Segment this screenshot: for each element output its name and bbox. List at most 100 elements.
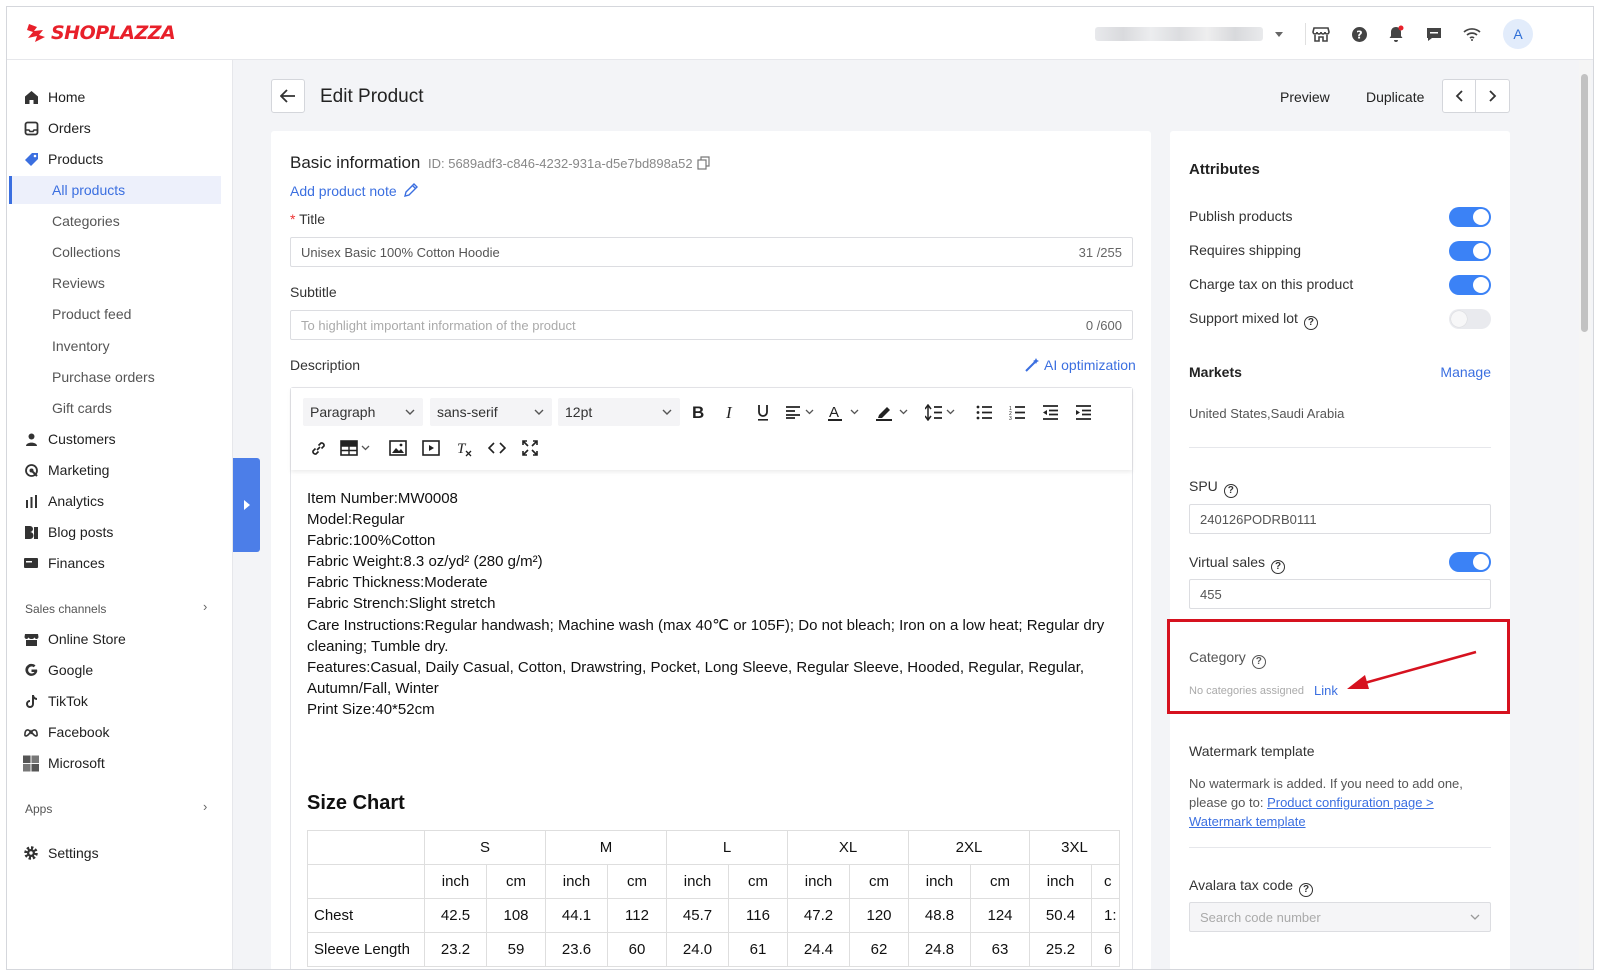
pencil-icon[interactable] bbox=[403, 183, 418, 201]
sidebar-subitem-categories[interactable]: Categories bbox=[7, 207, 233, 235]
fullscreen-icon[interactable] bbox=[519, 437, 541, 459]
publish-products-toggle[interactable] bbox=[1449, 207, 1491, 227]
numbered-list-icon[interactable]: 123 bbox=[1006, 401, 1028, 423]
underline-icon[interactable] bbox=[752, 401, 774, 423]
previous-product-button[interactable] bbox=[1443, 80, 1477, 112]
attribute-label: Requires shipping bbox=[1189, 242, 1302, 258]
sidebar-item-orders[interactable]: Orders bbox=[7, 114, 233, 142]
link-icon[interactable] bbox=[307, 437, 329, 459]
sidebar-item-analytics[interactable]: Analytics bbox=[7, 487, 233, 515]
svg-text:3: 3 bbox=[1009, 416, 1012, 420]
virtual-sales-input[interactable]: 455 bbox=[1189, 579, 1491, 609]
image-icon[interactable] bbox=[387, 437, 409, 459]
avatar[interactable]: A bbox=[1503, 19, 1533, 49]
table-row: inch cm inch cm inch cm inch cm inch cm … bbox=[307, 864, 1120, 899]
italic-icon[interactable]: I bbox=[719, 401, 741, 423]
table-icon[interactable] bbox=[340, 437, 376, 459]
wifi-icon[interactable] bbox=[1461, 23, 1483, 45]
magic-wand-icon[interactable] bbox=[1025, 357, 1040, 375]
sidebar-item-settings[interactable]: Settings bbox=[7, 839, 233, 867]
sidebar-item-home[interactable]: Home bbox=[7, 83, 233, 111]
sidebar-subitem-gift-cards[interactable]: Gift cards bbox=[7, 394, 233, 422]
sidebar-item-blog-posts[interactable]: Blog posts bbox=[7, 518, 233, 546]
chevron-right-icon[interactable]: › bbox=[203, 599, 207, 614]
help-icon[interactable]: ? bbox=[1348, 23, 1370, 45]
sidebar-subitem-purchase-orders[interactable]: Purchase orders bbox=[7, 363, 233, 391]
toggle-knob bbox=[1473, 243, 1489, 259]
chevron-right-icon[interactable]: › bbox=[203, 799, 207, 814]
table-cell: inch bbox=[424, 864, 487, 899]
description-content[interactable]: Item Number:MW0008 Model:Regular Fabric:… bbox=[307, 488, 1119, 720]
avalara-select[interactable]: Search code number bbox=[1189, 902, 1491, 932]
message-icon[interactable] bbox=[1423, 23, 1445, 45]
sidebar-subitem-reviews[interactable]: Reviews bbox=[7, 269, 233, 297]
help-icon[interactable]: ? bbox=[1303, 315, 1318, 330]
sidebar-item-microsoft[interactable]: Microsoft bbox=[7, 749, 233, 777]
next-product-button[interactable] bbox=[1476, 80, 1509, 112]
sidebar-item-facebook[interactable]: Facebook bbox=[7, 718, 233, 746]
highlight-color-icon[interactable] bbox=[876, 401, 912, 423]
sidebar-item-google[interactable]: Google bbox=[7, 656, 233, 684]
sidebar-item-products[interactable]: Products bbox=[7, 145, 233, 173]
font-size-select[interactable]: 12pt bbox=[558, 398, 680, 426]
bold-icon[interactable]: B bbox=[687, 401, 709, 423]
sidebar-subitem-all-products[interactable]: All products bbox=[7, 176, 233, 204]
requires-shipping-toggle[interactable] bbox=[1449, 241, 1491, 261]
table-row-label: Chest bbox=[307, 898, 425, 933]
subtitle-input[interactable]: To highlight important information of th… bbox=[290, 310, 1133, 340]
back-button[interactable] bbox=[271, 79, 305, 113]
copy-icon[interactable] bbox=[697, 156, 710, 173]
table-header-cell: M bbox=[545, 830, 667, 865]
size-chart-table: S M L XL 2XL 3XL inch cm inch cm inch cm… bbox=[307, 830, 1120, 967]
scrollbar-thumb[interactable] bbox=[1581, 74, 1588, 332]
manage-markets-link[interactable]: Manage bbox=[1440, 364, 1491, 380]
ai-optimization-link[interactable]: AI optimization bbox=[1044, 357, 1136, 373]
scrollbar-track[interactable] bbox=[1579, 60, 1591, 969]
watermark-template-link[interactable]: Watermark template bbox=[1189, 812, 1491, 831]
help-icon[interactable]: ? bbox=[1299, 882, 1314, 897]
line-height-icon[interactable] bbox=[925, 401, 961, 423]
charge-tax-toggle[interactable] bbox=[1449, 275, 1491, 295]
video-icon[interactable] bbox=[420, 437, 442, 459]
divider bbox=[1189, 447, 1491, 448]
indent-icon[interactable] bbox=[1072, 401, 1094, 423]
outdent-icon[interactable] bbox=[1039, 401, 1061, 423]
bullet-list-icon[interactable] bbox=[973, 401, 995, 423]
table-cell: inch bbox=[787, 864, 850, 899]
sidebar-item-online-store[interactable]: Online Store bbox=[7, 625, 233, 653]
sidebar-subitem-collections[interactable]: Collections bbox=[7, 238, 233, 266]
virtual-sales-toggle[interactable] bbox=[1449, 552, 1491, 572]
title-input[interactable]: Unisex Basic 100% Cotton Hoodie 31 /255 bbox=[290, 237, 1133, 267]
subtitle-label: Subtitle bbox=[290, 284, 337, 300]
code-icon[interactable] bbox=[486, 437, 508, 459]
store-icon[interactable] bbox=[1310, 23, 1332, 45]
orders-icon bbox=[23, 120, 39, 136]
support-mixed-lot-toggle[interactable] bbox=[1449, 309, 1491, 329]
table-cell: 24.0 bbox=[666, 932, 729, 967]
product-configuration-link[interactable]: Product configuration page > bbox=[1267, 795, 1434, 810]
sidebar-subitem-inventory[interactable]: Inventory bbox=[7, 332, 233, 360]
sidebar-item-tiktok[interactable]: TikTok bbox=[7, 687, 233, 715]
spu-input[interactable]: 240126PODRB0111 bbox=[1189, 504, 1491, 534]
clear-format-icon[interactable]: T bbox=[453, 437, 475, 459]
table-cell: 24.8 bbox=[908, 932, 971, 967]
text-color-icon[interactable]: A bbox=[828, 401, 862, 423]
table-cell: cm bbox=[849, 864, 909, 899]
align-icon[interactable] bbox=[784, 401, 818, 423]
sidebar-item-finances[interactable]: Finances bbox=[7, 549, 233, 577]
bell-icon[interactable] bbox=[1385, 23, 1407, 45]
paragraph-select[interactable]: Paragraph bbox=[303, 398, 423, 426]
sidebar-toggle[interactable] bbox=[233, 458, 260, 552]
duplicate-button[interactable]: Duplicate bbox=[1366, 89, 1424, 105]
store-switcher[interactable] bbox=[1095, 26, 1295, 42]
preview-button[interactable]: Preview bbox=[1280, 89, 1330, 105]
help-icon[interactable]: ? bbox=[1223, 483, 1238, 498]
sidebar-item-marketing[interactable]: Marketing bbox=[7, 456, 233, 484]
sidebar-subitem-product-feed[interactable]: Product feed bbox=[7, 300, 233, 328]
add-product-note-link[interactable]: Add product note bbox=[290, 183, 397, 199]
sidebar-item-customers[interactable]: Customers bbox=[7, 425, 233, 453]
store-icon bbox=[23, 631, 39, 647]
shoplazza-logo[interactable]: SHOPLAZZA bbox=[25, 21, 176, 45]
help-icon[interactable]: ? bbox=[1271, 559, 1286, 574]
font-family-select[interactable]: sans-serif bbox=[430, 398, 552, 426]
